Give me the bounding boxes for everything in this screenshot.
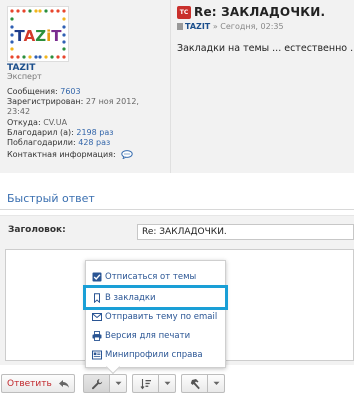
post-author-link[interactable]: TAZIT <box>185 22 210 31</box>
post-date: » Сегодня, 02:35 <box>212 22 284 31</box>
avatar[interactable]: TAZiT <box>7 6 69 62</box>
post-profile: TAZiT TAZIT Эксперт Сообщения: 7603 Заре… <box>0 0 170 173</box>
moderation-dropdown-toggle[interactable] <box>208 374 225 393</box>
post-header: TC Re: ЗАКЛАДОЧКИ. TAZIT » Сегодня, 02:3… <box>177 5 354 31</box>
quick-reply-title: Быстрый ответ <box>7 192 95 205</box>
subject-input[interactable]: Re: ЗАКЛАДОЧКИ. <box>137 224 354 240</box>
registered-row: Зарегистрирован: 27 ноя 2012, <box>7 97 167 107</box>
post-link-icon[interactable] <box>177 23 183 30</box>
menu-item-label: Отписаться от темы <box>105 271 197 282</box>
was-thanked-count-link[interactable]: 428 раз <box>78 138 110 147</box>
topic-tools-menu: Отписаться от темы В закладки Отправить … <box>83 260 228 375</box>
user-rank: Эксперт <box>7 72 42 81</box>
svg-text:TAZiT: TAZiT <box>15 27 63 45</box>
sort-button[interactable] <box>132 374 159 393</box>
tools-button[interactable] <box>83 374 110 393</box>
menu-item-print-version[interactable]: Версия для печати <box>86 326 225 345</box>
registered-date: 27 ноя 2012, <box>85 97 139 107</box>
divider <box>0 209 354 210</box>
was-thanked-label: Поблагодарили: <box>7 138 76 148</box>
printer-icon <box>92 330 102 341</box>
post-meta: TAZIT » Сегодня, 02:35 <box>177 22 284 31</box>
reply-button-label: Ответить <box>7 378 52 389</box>
was-thanked-row: Поблагодарили: 428 раз <box>7 138 167 148</box>
reply-arrow-icon <box>58 379 69 388</box>
sort-icon <box>140 378 151 389</box>
messages-label: Сообщения: <box>7 87 58 96</box>
thanked-row: Благодарил (а): 2198 раз <box>7 128 167 138</box>
post-body: Закладки на темы ... естественно . <box>177 43 354 54</box>
menu-item-label: Минипрофили справа <box>105 349 203 360</box>
menu-item-email-topic[interactable]: Отправить тему по email <box>86 307 225 326</box>
chevron-down-icon <box>164 381 170 385</box>
wrench-icon <box>91 378 102 389</box>
messages-count-link[interactable]: 7603 <box>60 87 80 96</box>
moderation-button[interactable] <box>181 374 208 393</box>
reply-button[interactable]: Ответить <box>1 374 75 393</box>
contact-row: Контактная информация: <box>7 150 167 160</box>
menu-item-label: Отправить тему по email <box>105 311 218 322</box>
bookmark-icon <box>94 292 100 303</box>
from-row: Откуда: CV.UA <box>7 118 167 128</box>
menu-item-label: Версия для печати <box>105 330 191 341</box>
registered-time-row: 23:42 <box>7 107 167 117</box>
registered-time: 23:42 <box>7 107 31 117</box>
thanked-label: Благодарил (а): <box>7 127 74 137</box>
menu-item-miniprofiles-right[interactable]: Минипрофили справа <box>86 345 225 364</box>
email-icon <box>92 312 102 321</box>
post-title[interactable]: Re: ЗАКЛАДОЧКИ. <box>194 5 325 19</box>
topic-toolbar: Ответить <box>0 374 354 394</box>
checkbox-icon <box>92 272 102 281</box>
from-label: Откуда: <box>7 117 41 127</box>
thanked-count-link[interactable]: 2198 раз <box>76 128 113 137</box>
avatar-image: TAZiT <box>8 7 68 61</box>
menu-item-unsubscribe[interactable]: Отписаться от темы <box>86 267 225 286</box>
user-info: Сообщения: 7603 Зарегистрирован: 27 ноя … <box>7 87 167 160</box>
sort-dropdown-toggle[interactable] <box>159 374 176 393</box>
menu-item-label: В закладки <box>105 292 156 303</box>
chevron-down-icon <box>115 381 121 385</box>
contact-label: Контактная информация: <box>7 150 116 160</box>
post: TAZiT TAZIT Эксперт Сообщения: 7603 Заре… <box>0 0 354 173</box>
hammer-icon <box>190 378 200 389</box>
from-value: CV.UA <box>43 117 68 127</box>
registered-label: Зарегистрирован: <box>7 97 84 107</box>
subject-label: Заголовок: <box>8 225 66 235</box>
chat-bubble-icon[interactable] <box>121 150 133 160</box>
chevron-down-icon <box>213 381 219 385</box>
menu-item-bookmark[interactable]: В закладки <box>83 285 228 310</box>
tools-dropdown-toggle[interactable] <box>110 374 127 393</box>
profile-card-icon <box>92 350 102 359</box>
messages-row: Сообщения: 7603 <box>7 87 167 97</box>
post-content: TC Re: ЗАКЛАДОЧКИ. TAZIT » Сегодня, 02:3… <box>170 0 354 173</box>
topic-type-icon: TC <box>177 6 191 19</box>
